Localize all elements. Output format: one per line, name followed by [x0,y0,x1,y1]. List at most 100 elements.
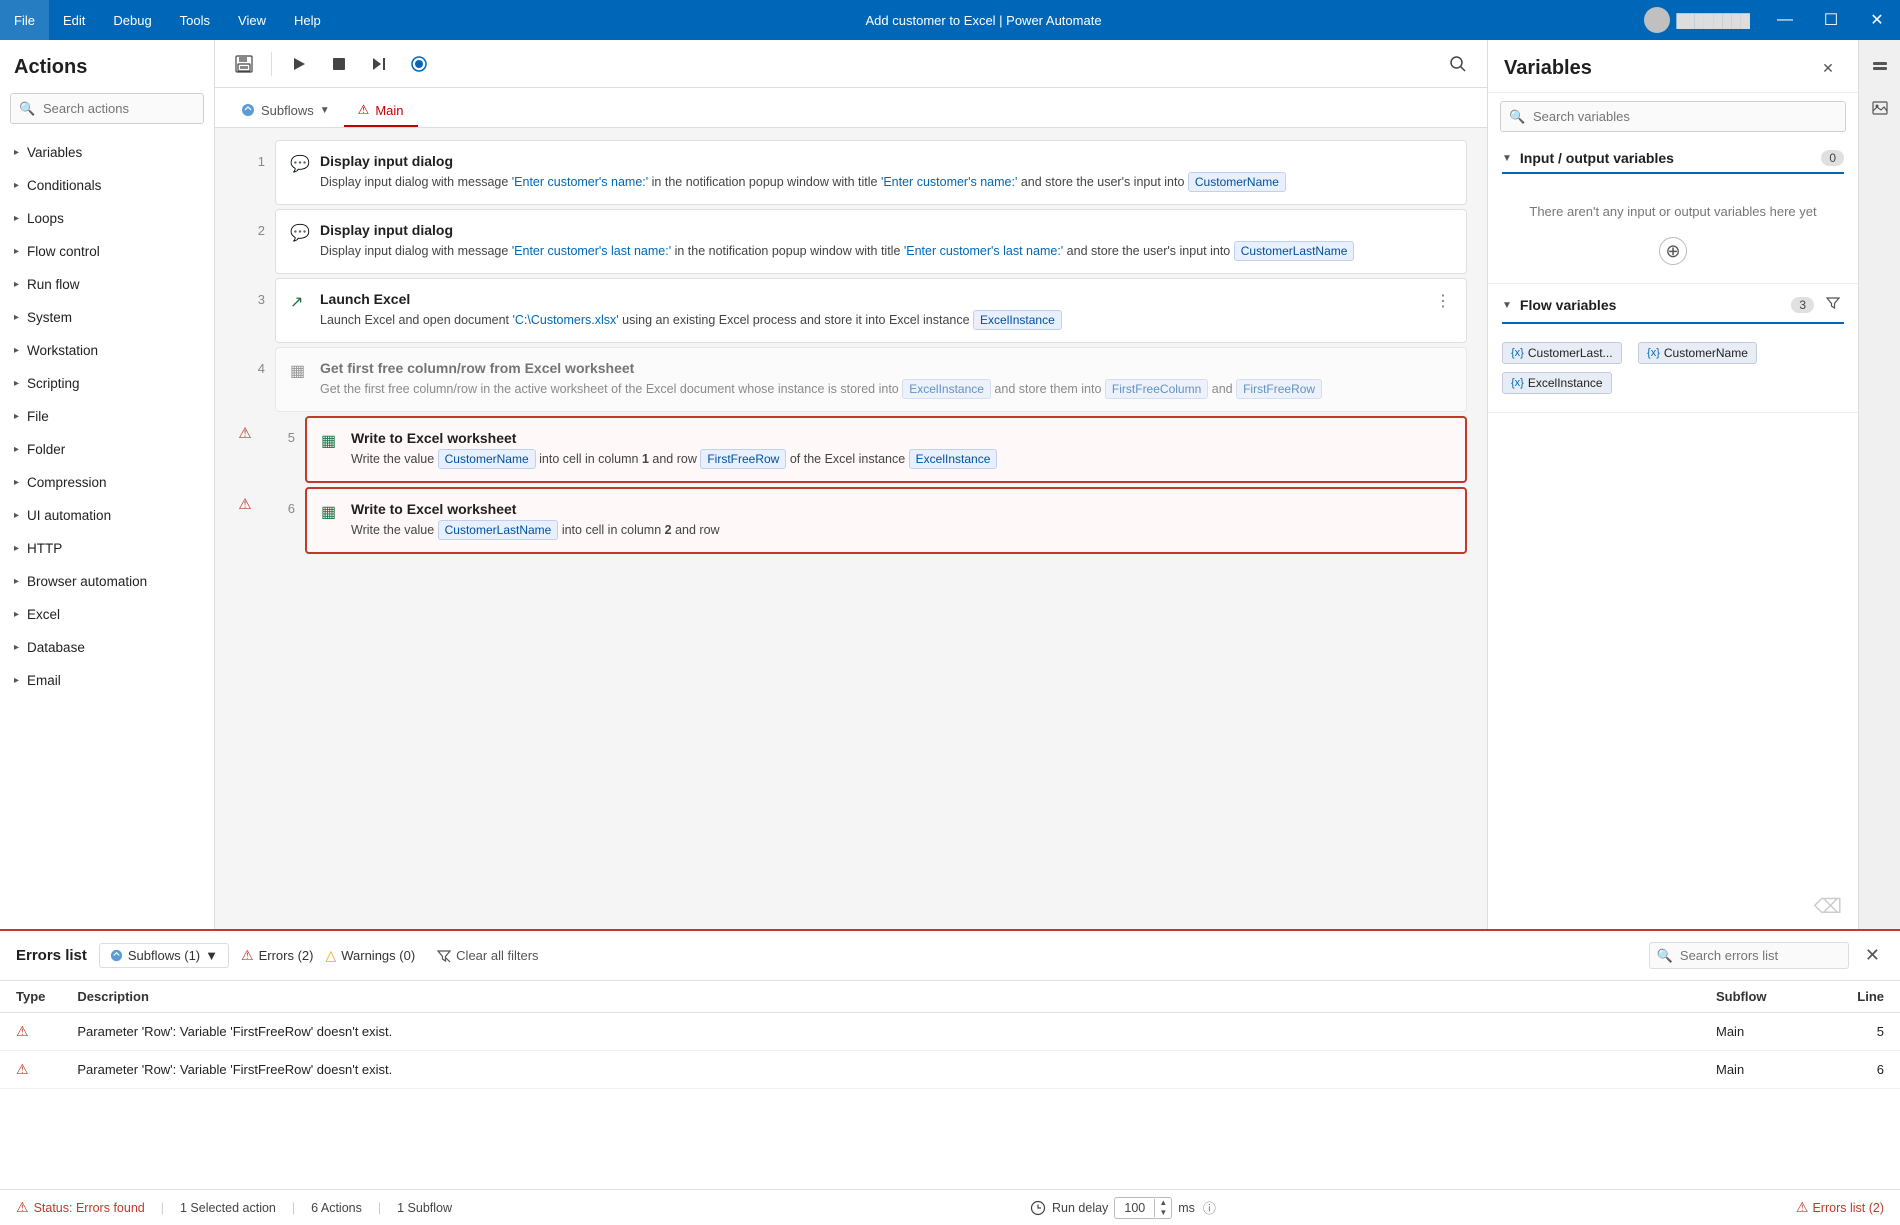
tab-main[interactable]: ⚠ Main [344,87,418,127]
step-number: 3 [235,278,265,307]
statusbar: ⚠ Status: Errors found | 1 Selected acti… [0,1189,1900,1225]
var-chip-customername[interactable]: {x} CustomerName [1638,342,1757,364]
step-desc: Launch Excel and open document 'C:\Custo… [320,310,1062,330]
run-delay-info-button[interactable]: ⓘ [1201,1198,1218,1217]
sidebar-item-label: Database [27,640,85,655]
actions-panel: Actions 🔍 ▸ Variables ▸ Conditionals ▸ L… [0,40,215,929]
clear-all-filters-button[interactable]: Clear all filters [427,944,548,967]
status-text: Status: Errors found [34,1201,145,1215]
step-card[interactable]: ⋮ ↗ Launch Excel Launch Excel and open d… [275,278,1467,343]
tab-subflows[interactable]: Subflows ▼ [227,87,344,127]
variables-search-input[interactable] [1500,101,1846,132]
step-desc: Display input dialog with message 'Enter… [320,172,1286,192]
statusbar-sep: | [292,1201,295,1215]
step-number: 4 [235,347,265,376]
run-button[interactable] [282,47,316,81]
menu-debug[interactable]: Debug [99,0,165,40]
errors-list-link[interactable]: ⚠ Errors list (2) [1796,1199,1884,1216]
sidebar-item-compression[interactable]: ▸ Compression [0,466,214,499]
errors-search-input[interactable] [1649,942,1849,969]
sidebar-item-run-flow[interactable]: ▸ Run flow [0,268,214,301]
close-button[interactable]: ✕ [1854,0,1900,40]
minimize-button[interactable]: ― [1762,0,1808,40]
step-title: Display input dialog [320,153,1286,169]
sidebar-item-flow-control[interactable]: ▸ Flow control [0,235,214,268]
sidebar-item-folder[interactable]: ▸ Folder [0,433,214,466]
menu-help[interactable]: Help [280,0,335,40]
chevron-right-icon: ▸ [14,279,19,290]
sidebar-item-ui-automation[interactable]: ▸ UI automation [0,499,214,532]
sidebar-item-excel[interactable]: ▸ Excel [0,598,214,631]
menu-edit[interactable]: Edit [49,0,99,40]
error-row-2[interactable]: ⚠ Parameter 'Row': Variable 'FirstFreeRo… [0,1051,1900,1089]
step-card[interactable]: ▦ Write to Excel worksheet Write the val… [305,487,1467,554]
clear-filters-label: Clear all filters [456,948,538,963]
flow-vars-header: ▼ Flow variables 3 [1488,284,1858,322]
run-delay-down-button[interactable]: ▼ [1155,1208,1171,1218]
sidebar-item-conditionals[interactable]: ▸ Conditionals [0,169,214,202]
variables-close-button[interactable]: ✕ [1814,54,1842,82]
error-row-1[interactable]: ⚠ Parameter 'Row': Variable 'FirstFreeRo… [0,1013,1900,1051]
statusbar-sep: | [161,1201,164,1215]
run-delay-input[interactable]: 100 ▲ ▼ [1114,1197,1172,1219]
step-title: Write to Excel worksheet [351,501,720,517]
flow-step-3: 3 ⋮ ↗ Launch Excel Launch Excel and open… [235,278,1467,343]
flow-vars-filter-button[interactable] [1822,294,1844,316]
step-card[interactable]: 💬 Display input dialog Display input dia… [275,209,1467,274]
sidebar-item-system[interactable]: ▸ System [0,301,214,334]
chevron-right-icon: ▸ [14,312,19,323]
errors-close-button[interactable]: ✕ [1861,941,1884,970]
stop-button[interactable] [322,47,356,81]
record-button[interactable] [402,47,436,81]
save-button[interactable] [227,47,261,81]
actions-search-input[interactable] [10,93,204,124]
add-io-variable-button[interactable]: ⊕ [1659,237,1687,265]
chevron-right-icon: ▸ [14,147,19,158]
sidebar-item-label: System [27,310,72,325]
status-error: ⚠ Status: Errors found [16,1199,145,1216]
errors-list-link-label: Errors list (2) [1812,1201,1884,1215]
sidebar-item-loops[interactable]: ▸ Loops [0,202,214,235]
errors-subflows-filter[interactable]: Subflows (1) ▼ [99,943,229,968]
menu-view[interactable]: View [224,0,280,40]
maximize-button[interactable]: ☐ [1808,0,1854,40]
step-button[interactable] [362,47,396,81]
chevron-right-icon: ▸ [14,510,19,521]
flow-variables-section: ▼ Flow variables 3 {x} CustomerLast... {… [1488,284,1858,413]
step-title: Get first free column/row from Excel wor… [320,360,1322,376]
step-card[interactable]: ▦ Write to Excel worksheet Write the val… [305,416,1467,483]
user-profile: ████████ [1632,7,1762,33]
variables-header: Variables ✕ [1488,40,1858,93]
sidebar-item-file[interactable]: ▸ File [0,400,214,433]
sidebar-item-scripting[interactable]: ▸ Scripting [0,367,214,400]
sidebar-item-http[interactable]: ▸ HTTP [0,532,214,565]
layers-icon-button[interactable] [1864,50,1896,82]
sidebar-item-workstation[interactable]: ▸ Workstation [0,334,214,367]
col-type: Type [0,981,61,1013]
sidebar-item-label: Flow control [27,244,100,259]
step-card[interactable]: ▦ Get first free column/row from Excel w… [275,347,1467,412]
excel-icon: ▦ [290,361,310,381]
menu-file[interactable]: File [0,0,49,40]
flow-step-1: 1 💬 Display input dialog Display input d… [235,140,1467,205]
var-chip-customerlast[interactable]: {x} CustomerLast... [1502,342,1622,364]
sidebar-item-variables[interactable]: ▸ Variables [0,136,214,169]
statusbar-sep: | [378,1201,381,1215]
sidebar-item-browser-automation[interactable]: ▸ Browser automation [0,565,214,598]
sidebar-item-database[interactable]: ▸ Database [0,631,214,664]
titlebar-menu: File Edit Debug Tools View Help [0,0,335,40]
var-chip-icon: {x} [1647,347,1660,359]
menu-tools[interactable]: Tools [166,0,224,40]
io-count-badge: 0 [1821,150,1844,166]
image-icon-button[interactable] [1864,92,1896,124]
error-icon-red: ⚠ [241,947,254,964]
step-card[interactable]: 💬 Display input dialog Display input dia… [275,140,1467,205]
var-chip-label: CustomerName [1664,346,1748,360]
var-chip-excelinstance[interactable]: {x} ExcelInstance [1502,372,1612,394]
actions-panel-title: Actions [0,40,214,87]
step-more-button[interactable]: ⋮ [1430,289,1456,313]
sidebar-item-email[interactable]: ▸ Email [0,664,214,697]
canvas-search-button[interactable] [1441,47,1475,81]
run-delay-up-button[interactable]: ▲ [1155,1198,1171,1208]
io-section-header[interactable]: ▼ Input / output variables 0 [1488,140,1858,172]
